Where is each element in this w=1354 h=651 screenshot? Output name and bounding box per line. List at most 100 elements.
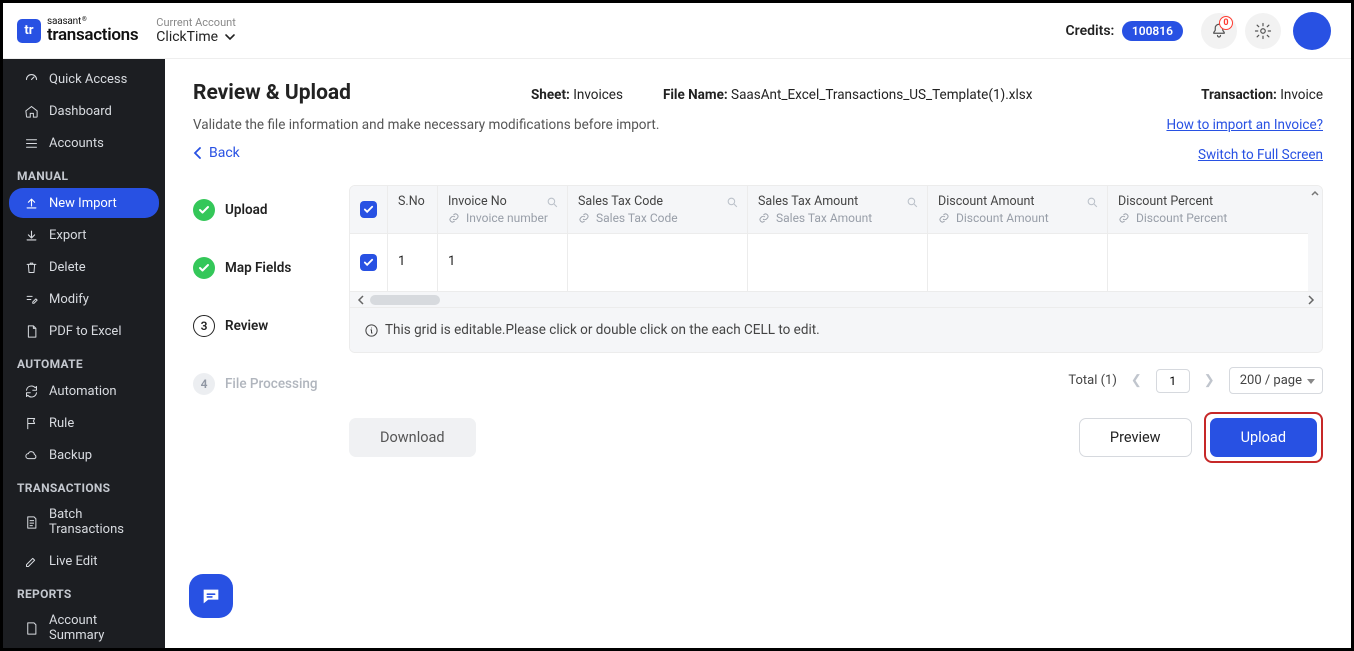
sidebar-item-label: Account Summary (49, 613, 145, 643)
download-icon (23, 227, 39, 243)
col-discount-amount[interactable]: Discount Amount Discount Amount (928, 186, 1108, 233)
sidebar-item-backup[interactable]: Backup (9, 440, 159, 470)
cloud-icon (23, 447, 39, 463)
logo-badge: tr (17, 19, 41, 43)
account-name: ClickTime (156, 29, 218, 45)
sidebar-item-pdf-to-excel[interactable]: PDF to Excel (9, 316, 159, 346)
back-button[interactable]: Back (193, 145, 240, 161)
sidebar-item-automation[interactable]: Automation (9, 376, 159, 406)
home-icon (23, 103, 39, 119)
step-file-processing: 4 File Processing (193, 373, 329, 395)
sidebar-item-label: Rule (49, 416, 74, 431)
select-all-checkbox[interactable] (350, 186, 388, 233)
sidebar-item-new-import[interactable]: New Import (9, 188, 159, 218)
page-size-select[interactable]: 200 / page (1229, 367, 1323, 394)
list-icon (23, 135, 39, 151)
step-review: 3 Review (193, 315, 329, 337)
meta-sheet: Sheet: Invoices (531, 87, 623, 103)
sidebar-item-label: Accounts (49, 136, 104, 151)
sidebar-item-export[interactable]: Export (9, 220, 159, 250)
sidebar-item-label: Export (49, 228, 87, 243)
cell-discount-percent[interactable] (1108, 234, 1322, 291)
sidebar-item-label: Modify (49, 292, 89, 307)
notifications-button[interactable]: 0 (1201, 13, 1237, 49)
col-sno[interactable]: S.No (388, 186, 438, 233)
sidebar-section-manual: MANUAL (3, 159, 165, 187)
page-title: Review & Upload (193, 81, 351, 105)
page-next[interactable]: ❯ (1200, 373, 1219, 388)
sidebar-item-dashboard[interactable]: Dashboard (9, 96, 159, 126)
pencil-icon (23, 553, 39, 569)
check-icon (198, 204, 210, 216)
sidebar-item-account-summary[interactable]: Account Summary (9, 606, 159, 648)
logo-brand-bottom: transactions (47, 27, 138, 44)
sidebar-item-label: PDF to Excel (49, 324, 121, 339)
credits-badge: 100816 (1122, 21, 1183, 41)
link-fullscreen[interactable]: Switch to Full Screen (1166, 147, 1323, 163)
download-button[interactable]: Download (349, 418, 476, 457)
sidebar-item-label: Automation (49, 384, 117, 399)
page-prev[interactable]: ❮ (1127, 373, 1146, 388)
cell-sales-tax-amount[interactable] (748, 234, 928, 291)
scroll-left-icon[interactable] (354, 293, 368, 307)
cell-sno[interactable]: 1 (388, 234, 438, 291)
cell-discount-amount[interactable] (928, 234, 1108, 291)
scroll-right-icon[interactable] (1304, 293, 1318, 307)
sidebar-item-quick-access[interactable]: Quick Access (9, 64, 159, 94)
grid-header: S.No Invoice No Invoice number Sales Tax… (350, 186, 1322, 234)
sidebar-item-label: Batch Transactions (49, 507, 145, 537)
link-icon (1118, 212, 1130, 224)
sidebar-item-rule[interactable]: Rule (9, 408, 159, 438)
header: tr saasant® transactions Current Account… (3, 3, 1351, 59)
sidebar-item-label: New Import (49, 196, 117, 211)
horizontal-scrollbar[interactable] (350, 291, 1322, 307)
pager-total: Total (1) (1068, 373, 1117, 388)
upload-button[interactable]: Upload (1210, 418, 1317, 457)
chat-icon (200, 585, 222, 607)
cell-invoice-no[interactable]: 1 (438, 234, 568, 291)
account-label: Current Account (156, 16, 236, 29)
grid-note: This grid is editable.Please click or do… (350, 307, 1322, 352)
preview-button[interactable]: Preview (1079, 418, 1192, 457)
upload-button-highlight: Upload (1204, 412, 1323, 463)
sidebar-item-modify[interactable]: Modify (9, 284, 159, 314)
sidebar-item-label: Dashboard (49, 104, 112, 119)
search-icon[interactable] (546, 196, 559, 209)
col-discount-percent[interactable]: Discount Percent Discount Percent (1108, 186, 1322, 233)
table-row[interactable]: 1 1 (350, 234, 1322, 291)
chat-float-button[interactable] (189, 574, 233, 618)
gear-icon (1254, 22, 1272, 40)
sidebar-section-transactions: TRANSACTIONS (3, 471, 165, 499)
sidebar-section-automate: AUTOMATE (3, 347, 165, 375)
col-sales-tax-code[interactable]: Sales Tax Code Sales Tax Code (568, 186, 748, 233)
page-number-input[interactable] (1156, 369, 1190, 393)
sidebar-item-batch-transactions[interactable]: Batch Transactions (9, 500, 159, 544)
sidebar-item-accounts[interactable]: Accounts (9, 128, 159, 158)
search-icon[interactable] (726, 196, 739, 209)
cell-sales-tax-code[interactable] (568, 234, 748, 291)
col-sales-tax-amount[interactable]: Sales Tax Amount Sales Tax Amount (748, 186, 928, 233)
content: Review & Upload Sheet: Invoices File Nam… (165, 59, 1351, 648)
scroll-thumb[interactable] (370, 295, 440, 305)
sidebar-section-reports: REPORTS (3, 577, 165, 605)
sidebar-item-live-edit[interactable]: Live Edit (9, 546, 159, 576)
search-icon[interactable] (906, 196, 919, 209)
row-checkbox[interactable] (350, 234, 388, 291)
avatar[interactable] (1293, 12, 1331, 50)
subtitle: Validate the file information and make n… (193, 117, 1323, 133)
settings-button[interactable] (1245, 13, 1281, 49)
logo[interactable]: tr saasant® transactions (17, 17, 138, 44)
chevron-left-icon (193, 147, 203, 159)
sidebar-item-delete[interactable]: Delete (9, 252, 159, 282)
sidebar: Quick Access Dashboard Accounts MANUAL N… (3, 59, 165, 648)
check-icon (363, 204, 374, 215)
link-how-to-import[interactable]: How to import an Invoice? (1166, 117, 1323, 133)
meta-file: File Name: SaasAnt_Excel_Transactions_US… (663, 87, 1033, 103)
search-icon[interactable] (1086, 196, 1099, 209)
check-icon (363, 257, 374, 268)
flag-icon (23, 415, 39, 431)
col-invoice-no[interactable]: Invoice No Invoice number (438, 186, 568, 233)
cycle-icon (23, 383, 39, 399)
account-switcher[interactable]: Current Account ClickTime (156, 16, 236, 45)
link-icon (938, 212, 950, 224)
